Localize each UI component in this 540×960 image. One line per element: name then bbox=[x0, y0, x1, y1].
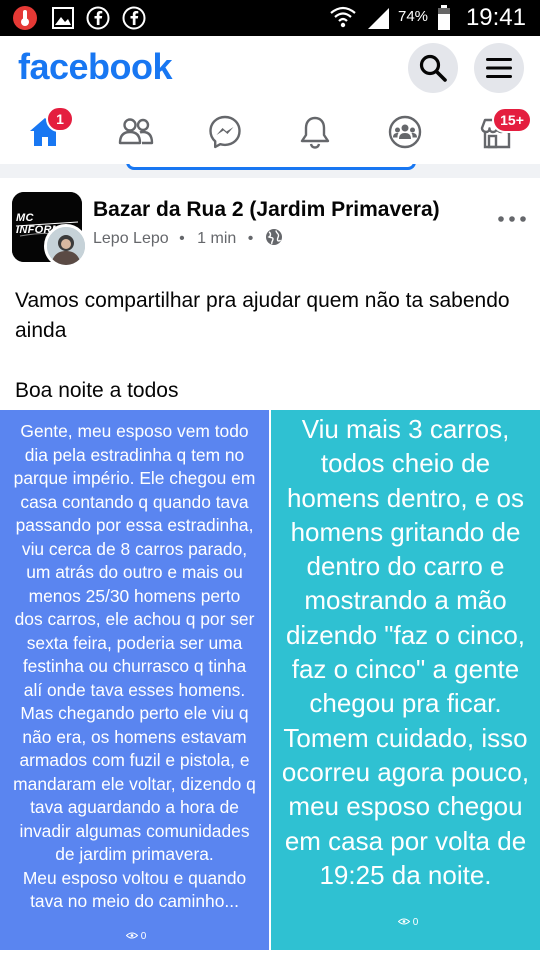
home-badge: 1 bbox=[46, 106, 74, 132]
image-text-line: Viu mais 3 carros, bbox=[301, 414, 510, 444]
image-text-line: mostrando a mão bbox=[304, 585, 507, 616]
messenger-icon bbox=[209, 115, 241, 149]
image-left-views: 0 bbox=[125, 931, 147, 942]
group-name[interactable]: Bazar da Rua 2 (Jardim Primavera) bbox=[93, 198, 440, 222]
facebook-icon bbox=[86, 6, 110, 35]
post-time[interactable]: 1 min bbox=[197, 230, 236, 248]
image-text-line: dia pela estradinha q tem no bbox=[24, 444, 245, 465]
image-text-line: de jardim primavera. bbox=[55, 844, 214, 864]
tab-messenger[interactable] bbox=[180, 100, 270, 164]
author-avatar[interactable] bbox=[44, 224, 88, 268]
app-header: facebook bbox=[0, 36, 540, 100]
views-count: 0 bbox=[140, 931, 147, 942]
bell-icon bbox=[300, 116, 330, 149]
marketplace-badge: 15+ bbox=[492, 107, 532, 133]
post-text-line: Vamos compartilhar pra ajudar quem não t… bbox=[15, 289, 510, 342]
image-text-line: homens dentro, e os bbox=[286, 482, 525, 513]
image-text-line: tava no meio do caminho... bbox=[30, 891, 239, 911]
image-text-line: dentro do carro e bbox=[306, 551, 505, 582]
image-text-line: em casa por volta de bbox=[284, 825, 527, 856]
image-text-line: Tomem cuidado, isso bbox=[283, 722, 528, 753]
image-left-text: Gente, meu esposo vem todo dia pela estra… bbox=[0, 420, 269, 914]
image-text-line: festinha ou churrasco q tinha bbox=[22, 656, 247, 676]
app-root: 74% 19:41 facebook 1 15+ MC INFORMA Baza… bbox=[0, 0, 540, 960]
more-icon bbox=[498, 216, 526, 222]
facebook-icon bbox=[122, 6, 146, 35]
tab-bar: 1 15+ bbox=[0, 100, 540, 164]
signal-icon bbox=[366, 6, 390, 35]
image-text-line: todos cheio de bbox=[320, 448, 491, 479]
meta-separator: • bbox=[179, 230, 185, 247]
image-text-line: Mas chegando perto ele viu q bbox=[20, 703, 249, 723]
image-text-line: dos carros, ele achou q por ser bbox=[14, 609, 255, 629]
image-right-text: Viu mais 3 carros, todos cheio de homens d… bbox=[271, 412, 540, 892]
friends-icon bbox=[118, 118, 154, 145]
tab-groups[interactable] bbox=[360, 100, 450, 164]
meta-separator: • bbox=[247, 230, 254, 247]
image-text-line: parque império. Ele chegou em bbox=[13, 468, 256, 488]
globe-icon bbox=[265, 228, 283, 251]
post-text-line: Boa noite a todos bbox=[15, 379, 179, 402]
image-text-line: dizendo "faz o cinco, bbox=[285, 619, 526, 650]
post-image-right[interactable]: Viu mais 3 carros, todos cheio de homens d… bbox=[271, 410, 540, 950]
search-button[interactable] bbox=[408, 43, 458, 93]
composer-edge bbox=[126, 164, 416, 170]
eye-icon bbox=[125, 931, 141, 942]
image-text-line: Meu esposo voltou e quando bbox=[22, 867, 247, 888]
eye-icon bbox=[397, 917, 413, 928]
battery-percent: 74% bbox=[398, 8, 429, 25]
image-text-line: passando por essa estradinha, bbox=[15, 515, 254, 535]
search-icon bbox=[419, 54, 447, 82]
image-text-line: um atrás do outro e mais ou bbox=[26, 562, 243, 582]
image-text-line: mandaram ele voltar, dizendo q bbox=[13, 773, 256, 794]
groups-icon bbox=[388, 115, 422, 149]
tab-marketplace[interactable]: 15+ bbox=[450, 100, 540, 164]
image-text-line: tava aguardando a hora de bbox=[30, 797, 239, 817]
tab-notifications[interactable] bbox=[270, 100, 360, 164]
image-text-line: armados com fuzil e pistola, e bbox=[19, 750, 250, 770]
clock: 19:41 bbox=[465, 4, 526, 31]
wifi-icon bbox=[330, 4, 356, 37]
image-text-line: faz o cinco" a gente bbox=[291, 654, 520, 685]
image-text-line: meu esposo chegou bbox=[288, 791, 523, 822]
tab-home[interactable]: 1 bbox=[0, 100, 90, 164]
image-text-line: homens gritando de bbox=[290, 516, 521, 547]
tab-friends[interactable] bbox=[90, 100, 180, 164]
image-text-line: casa contando q quando tava bbox=[20, 491, 249, 512]
image-text-line: sexta feira, poderia ser uma bbox=[26, 632, 243, 653]
battery-icon bbox=[437, 5, 451, 36]
feed-post: MC INFORMA Bazar da Rua 2 (Jardim Primav… bbox=[0, 178, 540, 960]
post-meta: Lepo Lepo • 1 min • bbox=[93, 228, 283, 251]
post-more-button[interactable] bbox=[495, 212, 529, 228]
author-photo bbox=[47, 227, 85, 265]
status-bar: 74% 19:41 bbox=[0, 0, 540, 36]
feed-separator bbox=[0, 164, 540, 178]
image-text-line: não era, os homens estavam bbox=[22, 726, 247, 747]
menu-button[interactable] bbox=[474, 43, 524, 93]
author-name[interactable]: Lepo Lepo bbox=[93, 230, 169, 248]
image-text-line: viu cerca de 8 carros parado, bbox=[21, 538, 248, 559]
menu-icon bbox=[486, 58, 512, 78]
facebook-logo[interactable]: facebook bbox=[18, 46, 173, 88]
image-text-line: Gente, meu esposo vem todo bbox=[20, 421, 249, 441]
gallery-icon bbox=[52, 7, 74, 34]
image-text-line: 19:25 da noite. bbox=[319, 859, 492, 890]
image-text-line: menos 25/30 homens perto bbox=[28, 585, 241, 606]
post-image-left[interactable]: Gente, meu esposo vem todo dia pela estra… bbox=[0, 410, 269, 950]
views-count: 0 bbox=[412, 917, 419, 928]
image-right-views: 0 bbox=[397, 917, 419, 928]
image-text-line: chegou pra ficar. bbox=[309, 688, 502, 719]
image-text-line: ocorreu agora pouco, bbox=[281, 756, 530, 787]
image-text-line: invadir algumas comunidades bbox=[19, 820, 250, 841]
temperature-icon bbox=[12, 5, 38, 36]
image-text-line: alí onde tava esses homens. bbox=[23, 679, 246, 700]
